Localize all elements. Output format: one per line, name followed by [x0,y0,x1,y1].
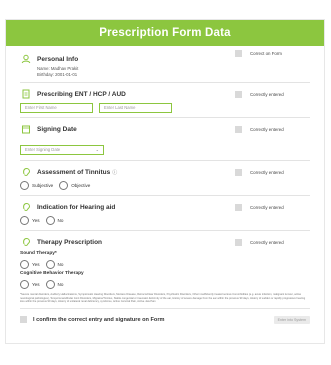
prescribing-verify-checkbox[interactable] [235,91,242,98]
section-tinnitus: Assessment of Tinnitus ⓘ Subjective Obje… [6,165,324,191]
divider [20,160,310,161]
radio-cbt-no-label: No [57,281,64,287]
signing-date-placeholder: Enter Signing Date [25,147,61,152]
hearing-aid-title: Indication for Hearing aid [37,203,116,211]
divider [20,230,310,231]
therapy-verify-label: Correctly entered [250,240,284,245]
hearing-verify-checkbox[interactable] [235,204,242,211]
prescribing-verify: Correctly entered [235,91,310,98]
section-signing-date: Signing Date Enter Signing Date ⌄ Correc… [6,122,324,156]
hearing-verify-label: Correctly entered [250,205,284,210]
confirm-label: I confirm the correct entry and signatur… [33,316,165,323]
signing-date-title: Signing Date [37,125,77,133]
radio-sound-yes-label: Yes [32,261,40,267]
radio-objective-label: Objective [71,182,91,188]
divider [20,307,310,309]
info-icon[interactable]: ⓘ [112,169,117,176]
personal-verify: Correct on Form [235,50,310,57]
section-therapy: Therapy Prescription Correctly entered S… [6,235,324,304]
ear-icon [20,167,31,178]
radio-subjective-label: Subjective [32,182,54,188]
first-name-input[interactable]: Enter First Name [20,103,93,113]
prescribing-verify-label: Correctly entered [250,92,284,97]
form-title: Prescription Form Data [99,27,231,39]
tinnitus-title: Assessment of Tinnitus [37,168,111,176]
personal-info-title: Personal Info [37,55,79,63]
hearing-verify: Correctly entered [235,204,310,211]
ear-icon [20,237,31,248]
radio-hearing-yes[interactable] [20,215,29,225]
tinnitus-verify: Correctly entered [235,169,310,176]
patient-birthday: Birthday: 2001-01-01 [37,72,78,77]
form-header: Prescription Form Data [6,20,324,46]
divider [20,195,310,196]
radio-cbt-yes[interactable] [20,279,29,289]
enter-into-system-button[interactable]: Enter into System [273,315,310,324]
section-personal-info: Personal Info Name: Madhav Prakit Birthd… [6,46,324,78]
prescription-form-card: Prescription Form Data Personal Info Nam… [5,19,325,344]
personal-verify-label: Correct on Form [250,51,282,56]
signing-date-input[interactable]: Enter Signing Date ⌄ [20,145,104,155]
confirm-row: I confirm the correct entry and signatur… [6,313,324,327]
radio-objective[interactable] [59,180,69,190]
signing-verify-label: Correctly entered [250,127,284,132]
personal-verify-checkbox[interactable] [235,50,242,57]
divider [20,82,310,83]
confirm-checkbox[interactable] [20,316,27,323]
radio-hearing-yes-label: Yes [32,217,40,223]
tinnitus-verify-checkbox[interactable] [235,169,242,176]
therapy-title: Therapy Prescription [37,238,103,246]
sound-therapy-label: Sound Therapy* [20,251,57,256]
user-icon [20,54,31,65]
radio-sound-no[interactable] [45,259,55,269]
radio-cbt-yes-label: Yes [32,281,40,287]
radio-sound-yes[interactable] [20,259,29,269]
therapy-verify-checkbox[interactable] [235,239,242,246]
chevron-down-icon: ⌄ [95,147,99,152]
calendar-icon [20,124,31,135]
radio-hearing-no[interactable] [45,215,55,225]
therapy-footnote: *Severe mental disorders, Auditory Hallu… [20,293,306,303]
divider [20,117,310,118]
radio-hearing-no-label: No [57,217,64,223]
signing-verify-checkbox[interactable] [235,126,242,133]
radio-cbt-no[interactable] [45,279,55,289]
prescribing-title: Prescribing ENT / HCP / AUD [37,90,126,98]
ear-icon [20,202,31,213]
document-icon [20,89,31,100]
radio-subjective[interactable] [20,180,29,190]
section-prescribing: Prescribing ENT / HCP / AUD Enter First … [6,87,324,113]
tinnitus-verify-label: Correctly entered [250,170,284,175]
section-hearing-aid: Indication for Hearing aid Yes No Correc… [6,200,324,226]
signing-verify: Correctly entered [235,126,310,133]
last-name-input[interactable]: Enter Last Name [99,103,172,113]
radio-sound-no-label: No [57,261,64,267]
therapy-verify: Correctly entered [235,239,310,246]
cbt-label: Cognitive Behavior Therapy [20,271,84,276]
